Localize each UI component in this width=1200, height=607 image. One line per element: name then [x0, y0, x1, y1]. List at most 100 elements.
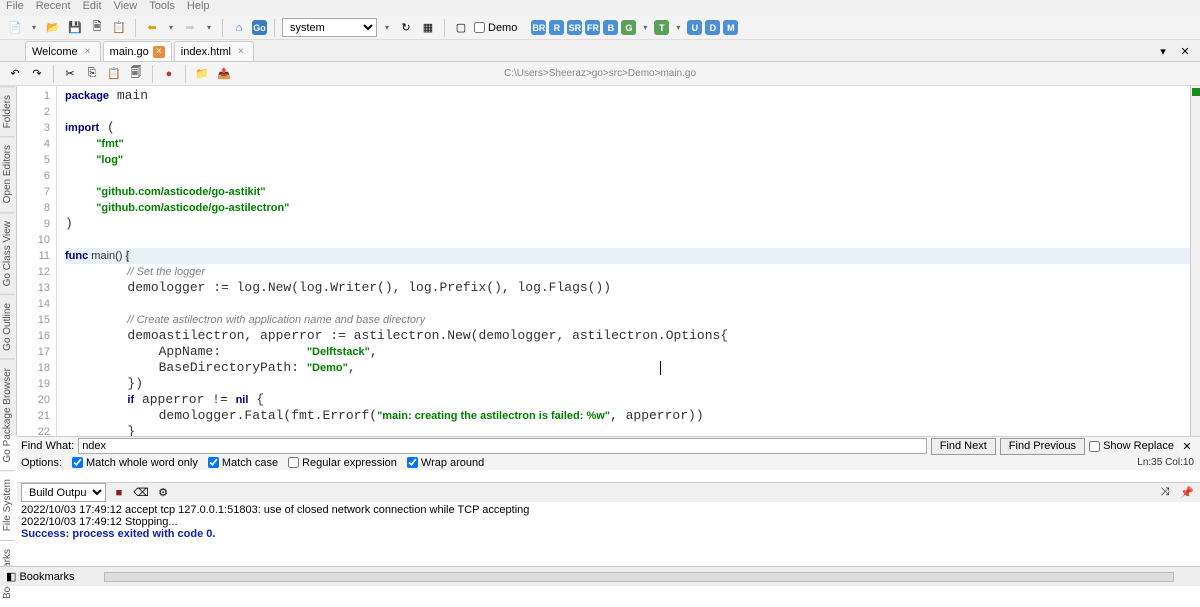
- badge-u[interactable]: U: [687, 20, 702, 35]
- badge-r[interactable]: R: [549, 20, 564, 35]
- sidetab-go-class-view[interactable]: Go Class View: [0, 212, 15, 294]
- menu-tools[interactable]: Tools: [149, 0, 175, 16]
- find-next-button[interactable]: Find Next: [931, 438, 996, 455]
- config-dropdown[interactable]: ▾: [381, 19, 393, 37]
- sidetab-open-editors[interactable]: Open Editors: [0, 136, 15, 211]
- status-bar: ◧ Bookmarks: [0, 566, 1200, 586]
- tab-index-html[interactable]: index.html ×: [174, 41, 254, 61]
- editor-tabs: Welcome × main.go × index.html × ▾ ✕: [0, 40, 1200, 62]
- home-icon[interactable]: ⌂: [230, 19, 248, 37]
- fwd-dropdown[interactable]: ▾: [203, 19, 215, 37]
- horizontal-scrollbar[interactable]: [104, 572, 1174, 582]
- breadcrumb: C:\Users>Sheeraz>go>src>Demo>main.go: [504, 68, 696, 79]
- output-select[interactable]: Build Output:: [21, 483, 106, 502]
- separator: [53, 65, 54, 83]
- cut-icon[interactable]: ✂: [61, 65, 79, 83]
- menu-bar: File Recent Edit View Tools Help: [0, 0, 1200, 16]
- back-dropdown[interactable]: ▾: [165, 19, 177, 37]
- tab-label: Welcome: [32, 46, 78, 58]
- clip-icon[interactable]: 🗐: [127, 65, 145, 83]
- paste-icon[interactable]: 📋: [105, 65, 123, 83]
- code-area[interactable]: package main import ( "fmt" "log" "githu…: [57, 86, 1190, 436]
- badge-m[interactable]: M: [723, 20, 738, 35]
- copy2-icon[interactable]: ⎘: [83, 65, 101, 83]
- sidetab-go-package-browser[interactable]: Go Package Browser: [0, 359, 15, 471]
- open-icon[interactable]: 📂: [44, 19, 62, 37]
- badge-dropdown[interactable]: ▾: [639, 19, 651, 37]
- main-toolbar: 📄 ▾ 📂 💾 🗎 📋 ⬅ ▾ ➡ ▾ ⌂ Go system ▾ ↻ ▦ ▢ …: [0, 16, 1200, 40]
- output-line: 2022/10/03 17:49:12 Stopping...: [21, 516, 1186, 528]
- redo-icon[interactable]: ↷: [28, 65, 46, 83]
- badge-dropdown[interactable]: ▾: [672, 19, 684, 37]
- new-file-icon[interactable]: 📄: [6, 19, 24, 37]
- tab-close-icon[interactable]: ×: [82, 46, 94, 58]
- collapse-icon[interactable]: ⤨: [1156, 484, 1174, 502]
- find-opt-match-case[interactable]: Match case: [208, 457, 278, 469]
- line-gutter: 12345678910111213141516171819202122: [17, 86, 57, 436]
- go-badge-icon[interactable]: Go: [252, 20, 267, 35]
- find-opt-wrap-around[interactable]: Wrap around: [407, 457, 484, 469]
- overview-ruler: [1190, 86, 1200, 436]
- find-input[interactable]: [78, 438, 927, 454]
- menu-edit[interactable]: Edit: [83, 0, 102, 16]
- badge-br[interactable]: BR: [531, 20, 546, 35]
- badge-fr[interactable]: FR: [585, 20, 600, 35]
- export-icon[interactable]: 📤: [215, 65, 233, 83]
- back-icon[interactable]: ⬅: [143, 19, 161, 37]
- find-opt-regular-expression[interactable]: Regular expression: [288, 457, 397, 469]
- window-icon[interactable]: ▢: [452, 19, 470, 37]
- folder-icon[interactable]: 📁: [193, 65, 211, 83]
- menu-help[interactable]: Help: [187, 0, 210, 16]
- build-output[interactable]: 2022/10/03 17:49:12 accept tcp 127.0.0.1…: [17, 502, 1190, 562]
- tool-icon[interactable]: ▦: [419, 19, 437, 37]
- menu-recent[interactable]: Recent: [36, 0, 71, 16]
- tab-Welcome[interactable]: Welcome ×: [25, 41, 101, 61]
- badge-t[interactable]: T: [654, 20, 669, 35]
- separator: [444, 19, 445, 37]
- separator: [274, 19, 275, 37]
- output-line: 2022/10/03 17:49:12 accept tcp 127.0.0.1…: [21, 504, 1186, 516]
- config-select[interactable]: system: [282, 18, 377, 37]
- side-panel: FoldersOpen EditorsGo Class ViewGo Outli…: [0, 86, 17, 436]
- bookmarks-tab[interactable]: ◧ Bookmarks: [6, 570, 74, 583]
- tabs-menu-icon[interactable]: ▾: [1154, 42, 1172, 60]
- settings-icon[interactable]: ⚙: [154, 484, 172, 502]
- close-all-icon[interactable]: ✕: [1176, 42, 1194, 60]
- badge-g[interactable]: G: [621, 20, 636, 35]
- undo-icon[interactable]: ↶: [6, 65, 24, 83]
- sidetab-go-outline[interactable]: Go Outline: [0, 294, 15, 359]
- tab-label: main.go: [110, 46, 149, 58]
- tab-main-go[interactable]: main.go ×: [103, 41, 172, 61]
- menu-view[interactable]: View: [114, 0, 138, 16]
- save-all-icon[interactable]: 🗎: [88, 19, 106, 37]
- separator: [185, 65, 186, 83]
- close-find-icon[interactable]: ✕: [1178, 437, 1196, 455]
- menu-file[interactable]: File: [6, 0, 24, 16]
- tab-close-icon[interactable]: ×: [235, 46, 247, 58]
- badge-d[interactable]: D: [705, 20, 720, 35]
- sidetab-file-system[interactable]: File System: [0, 470, 15, 539]
- record-icon[interactable]: ●: [160, 65, 178, 83]
- tab-label: index.html: [181, 46, 231, 58]
- forward-icon[interactable]: ➡: [181, 19, 199, 37]
- find-prev-button[interactable]: Find Previous: [1000, 438, 1085, 455]
- save-icon[interactable]: 💾: [66, 19, 84, 37]
- sidetab-folders[interactable]: Folders: [0, 86, 15, 136]
- build-bar: Build Output: ■ ⌫ ⚙ ⤨ 📌: [17, 482, 1200, 502]
- new-dropdown[interactable]: ▾: [28, 19, 40, 37]
- editor: 12345678910111213141516171819202122 pack…: [17, 86, 1190, 436]
- find-opt-match-whole-word-only[interactable]: Match whole word only: [72, 457, 198, 469]
- demo-checkbox[interactable]: Demo: [474, 22, 517, 34]
- clear-output-icon[interactable]: ⌫: [132, 484, 150, 502]
- tab-close-icon[interactable]: ×: [153, 46, 165, 58]
- pin-icon[interactable]: 📌: [1178, 484, 1196, 502]
- refresh-icon[interactable]: ↻: [397, 19, 415, 37]
- separator: [135, 19, 136, 37]
- stop-build-icon[interactable]: ■: [110, 484, 128, 502]
- copy-icon[interactable]: 📋: [110, 19, 128, 37]
- badge-sr[interactable]: SR: [567, 20, 582, 35]
- show-replace-checkbox[interactable]: Show Replace: [1089, 440, 1174, 452]
- find-label: Find What:: [21, 440, 74, 452]
- badge-b[interactable]: B: [603, 20, 618, 35]
- ruler-mark: [1192, 88, 1200, 96]
